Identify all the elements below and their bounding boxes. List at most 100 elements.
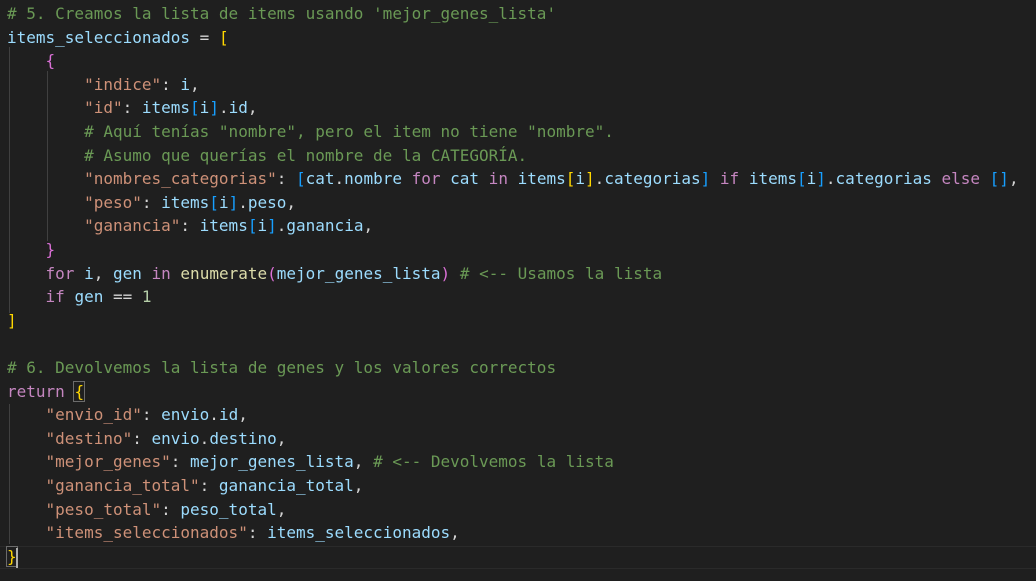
code-line[interactable]: for i, gen in enumerate(mejor_genes_list…: [7, 262, 663, 285]
code-token: "items_seleccionados": [45, 523, 248, 543]
code-line[interactable]: "nombres_categorias": [cat.nombre for ca…: [7, 167, 1019, 190]
code-token: :: [170, 452, 191, 472]
code-token: =: [190, 27, 219, 47]
code-token: }: [45, 240, 56, 259]
code-line[interactable]: "ganancia_total": ganancia_total,: [7, 474, 364, 497]
code-line[interactable]: "peso_total": peso_total,: [7, 498, 287, 521]
code-token: [: [295, 169, 306, 189]
code-token: :: [180, 216, 200, 236]
code-token: "envio_id": [45, 405, 142, 425]
code-token: peso_total: [180, 499, 277, 519]
code-line[interactable]: "ganancia": items[i].ganancia,: [7, 214, 373, 237]
code-line[interactable]: "id": items[i].id,: [7, 96, 258, 119]
code-line[interactable]: items_seleccionados = [: [7, 26, 229, 49]
code-token: "mejor_genes": [45, 452, 171, 472]
code-line[interactable]: "items_seleccionados": items_seleccionad…: [7, 521, 460, 544]
code-token: ]: [585, 169, 595, 189]
code-token: items_seleccionados: [267, 523, 451, 543]
code-token: ,: [353, 476, 364, 495]
code-token: destino: [209, 428, 277, 448]
code-token: gen: [74, 287, 104, 307]
code-line[interactable]: # 6. Devolvemos la lista de genes y los …: [7, 356, 556, 379]
code-token: cat: [305, 169, 335, 189]
code-token: mejor_genes_lista: [190, 452, 354, 472]
code-token: .: [334, 169, 345, 189]
code-token: items: [748, 169, 797, 189]
code-token: i: [84, 263, 94, 283]
code-token: "peso_total": [45, 499, 162, 519]
code-token: ,: [247, 98, 258, 118]
code-token: ,: [363, 216, 374, 236]
code-token: enumerate: [180, 263, 268, 283]
code-token: ,: [276, 499, 287, 519]
code-line[interactable]: {: [7, 49, 56, 72]
code-token: "destino": [45, 428, 133, 448]
code-line[interactable]: # 5. Creamos la lista de items usando 'm…: [7, 2, 556, 25]
code-token: if: [710, 169, 749, 189]
code-line[interactable]: return {: [7, 380, 86, 403]
code-token: [: [565, 169, 576, 189]
code-line[interactable]: ]: [7, 309, 17, 332]
code-line[interactable]: "destino": envio.destino,: [7, 427, 287, 450]
code-token: "ganancia": [84, 216, 181, 236]
code-token: else: [931, 169, 990, 189]
code-token: i: [218, 192, 229, 212]
code-token: .: [199, 428, 210, 448]
code-token: ,: [276, 428, 287, 448]
code-line[interactable]: "peso": items[i].peso,: [7, 191, 296, 214]
code-token: "peso": [84, 192, 142, 212]
code-token: for: [401, 169, 451, 189]
code-line[interactable]: "envio_id": envio.id,: [7, 403, 248, 426]
code-token: ganancia: [286, 216, 364, 236]
code-line[interactable]: "mejor_genes": mejor_genes_lista, # <-- …: [7, 450, 614, 473]
code-token: .: [825, 169, 836, 189]
code-token: :: [276, 169, 296, 189]
current-line-highlight: [0, 546, 1036, 569]
code-token: # <-- Devolvemos la lista: [373, 452, 614, 472]
code-token: {: [45, 51, 56, 71]
code-token: {: [73, 380, 86, 402]
code-token: ,: [286, 192, 297, 212]
code-token: ,: [190, 74, 200, 94]
code-token: .: [209, 405, 219, 425]
code-line[interactable]: if gen == 1: [7, 285, 152, 308]
code-token: if: [45, 287, 65, 307]
code-token: # Aquí tenías "nombre", pero el item no …: [84, 122, 614, 141]
code-token: return: [7, 381, 65, 401]
code-token: ]: [228, 192, 239, 212]
code-line[interactable]: # Asumo que querías el nombre de la CATE…: [7, 144, 527, 167]
code-editor[interactable]: # 5. Creamos la lista de items usando 'm…: [0, 0, 1036, 581]
code-token: i: [806, 169, 817, 189]
code-token: # 6. Devolvemos la lista de genes y los …: [7, 358, 557, 377]
code-token: i: [257, 216, 268, 236]
code-token: ,: [1008, 169, 1019, 189]
code-token: cat: [450, 169, 480, 189]
code-token: mejor_genes_lista: [276, 263, 441, 283]
code-line[interactable]: # Aquí tenías "nombre", pero el item no …: [7, 120, 614, 143]
code-token: ganancia_total: [218, 476, 354, 495]
code-token: id: [228, 98, 248, 118]
code-token: nombre: [344, 169, 402, 189]
code-token: ,: [450, 523, 460, 543]
code-token: id: [218, 405, 239, 425]
code-token: i: [199, 98, 210, 118]
code-token: i: [575, 169, 586, 189]
code-token: # 5. Creamos la lista de items usando 'm…: [7, 4, 557, 23]
code-token: :: [199, 476, 219, 495]
code-token: .: [218, 98, 229, 118]
code-token: i: [180, 74, 191, 94]
code-line[interactable]: "indice": i,: [7, 73, 200, 96]
code-line[interactable]: }: [7, 238, 56, 261]
code-token: ]: [7, 310, 17, 330]
code-token: # Asumo que querías el nombre de la CATE…: [84, 145, 528, 165]
code-token: .: [276, 216, 287, 236]
code-token: items: [141, 98, 191, 118]
code-token: :: [122, 98, 142, 118]
